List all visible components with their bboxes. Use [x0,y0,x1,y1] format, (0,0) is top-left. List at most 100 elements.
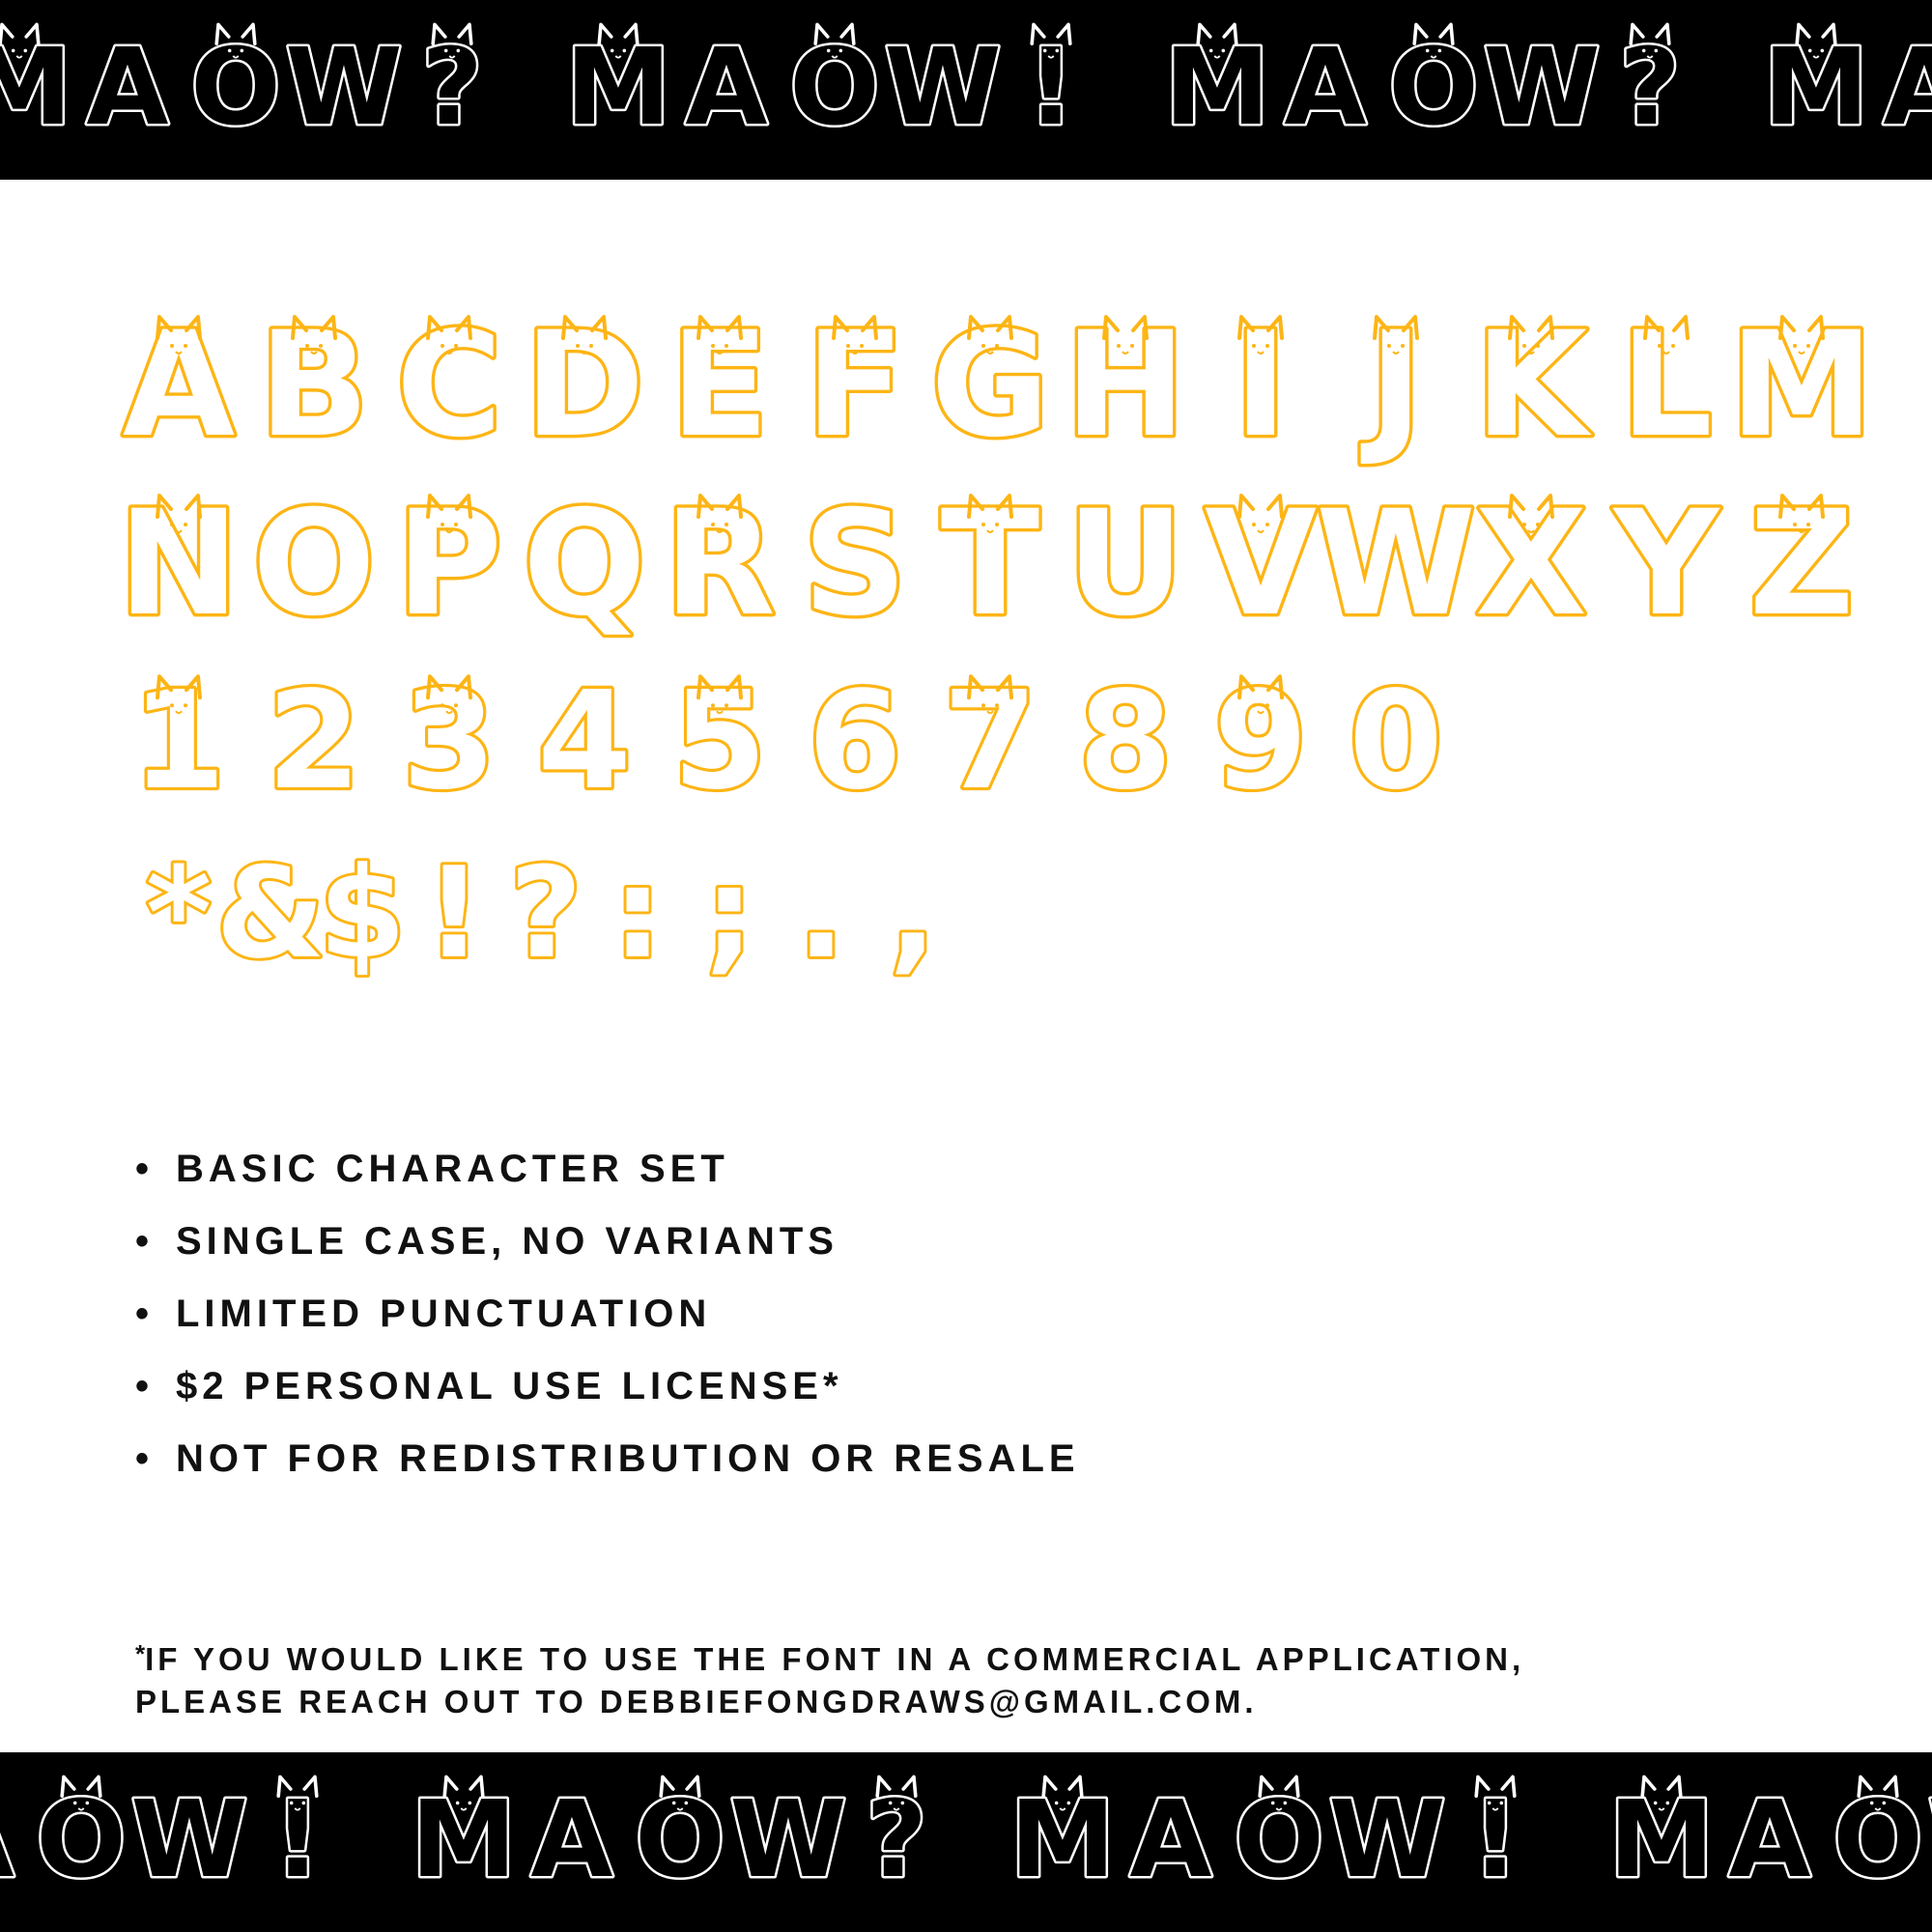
feature-text: SINGLE CASE, NO VARIANTS [176,1220,838,1263]
glyph-char: S [803,480,907,648]
glyph-char: * [146,839,212,986]
glyph-cell: P [393,477,506,652]
glyph-cell: 8 [1075,660,1176,823]
banner-word: MAOW [1606,1776,1932,1904]
glyph-cell: I [1231,298,1292,473]
glyph-char: U [1066,480,1184,648]
glyph-char: M [1729,301,1873,469]
glyph-cell: S [800,477,911,652]
glyph-char: W [1316,480,1475,648]
glyph-char: 2 [267,663,360,820]
banner-glyph: O [1831,1776,1926,1904]
banner-glyph: A [0,1776,16,1904]
glyph-char: W [1927,1777,1932,1901]
banner-glyph: W [1326,1776,1448,1904]
glyph-char: ? [866,1777,927,1901]
glyph-cell: F [802,298,907,473]
glyph-char: E [670,301,769,469]
feature-text: BASIC CHARACTER SET [176,1148,729,1190]
glyph-char: Y [1612,480,1721,648]
glyph-char: 0 [1349,663,1442,820]
glyph-char: 8 [1078,663,1172,820]
glyph-cell: C [393,298,506,473]
glyph-char: C [396,301,502,469]
banner-glyph: A [1127,1776,1214,1904]
glyph-char: A [1728,1777,1810,1901]
feature-item: • BASIC CHARACTER SET [135,1140,1080,1212]
glyph-char: ! [425,839,482,986]
glyph-char: ! [273,1777,322,1901]
glyph-cell: J [1357,298,1427,473]
glyph-cell: W [1313,477,1479,652]
footnote-text-1: IF YOU WOULD LIKE TO USE THE FONT IN A C… [145,1641,1525,1677]
glyph-cell: B [255,298,372,473]
glyph-char: A [530,1777,612,1901]
banner-glyph: M [1008,1776,1118,1904]
feature-item: • NOT FOR REDISTRIBUTION OR RESALE [135,1430,1080,1502]
glyph-char: O [1234,1777,1324,1901]
glyph-cell: L [1617,298,1716,473]
glyph-char: M [411,1777,516,1901]
banner-glyph: ! [1468,1776,1521,1904]
glyph-cell: & [213,837,327,989]
glyph-char: 7 [943,663,1037,820]
glyph-cell: 2 [264,660,364,823]
glyph-cell: $ [316,837,409,989]
glyph-cell: N [115,477,242,652]
banner-glyph: W [1925,1776,1932,1904]
footnote-line-2: PLEASE REACH OUT TO DEBBIEFONGDRAWS@GMAI… [135,1684,1258,1719]
bullet: • [135,1437,155,1480]
banner-word: MAOW! [1008,1776,1522,1904]
glyph-char: M [1608,1777,1714,1901]
glyph-char: 4 [537,663,631,820]
glyph-char: V [1205,480,1317,648]
glyph-char: 3 [402,663,496,820]
glyph-cell: 0 [1346,660,1446,823]
glyph-cell: T [937,477,1042,652]
banner-glyph: ! [270,1776,324,1904]
bottom-banner: MAOW!MAOW?MAOW!MAOW [0,1752,1932,1932]
glyph-cell: R [661,477,779,652]
glyph-char: N [118,480,240,648]
glyph-char: W [130,1777,247,1901]
glyph-cell: G [927,298,1053,473]
glyph-char: 6 [808,663,901,820]
glyph-char: O [635,1777,725,1901]
banner-glyph: O [633,1776,728,1904]
banner-glyph: O [1232,1776,1327,1904]
glyph-char: G [930,301,1049,469]
glyph-row: * &$!?:;., [143,837,940,989]
glyph-cell: Y [1608,477,1724,652]
banner-glyph: W [727,1776,849,1904]
glyph-char: O [252,480,376,648]
glyph-char: A [0,1777,14,1901]
glyph-char: W [1328,1777,1445,1901]
glyph-cell: X [1472,477,1590,652]
glyph-row: NOPQRSTUVWXYZ [115,477,1858,652]
glyph-char: X [1475,480,1587,648]
glyph-char: : [612,839,663,986]
glyph-char: 5 [672,663,766,820]
glyph-char: B [259,301,369,469]
banner-glyph: M [409,1776,519,1904]
glyph-char: H [1065,301,1186,469]
footnote-line-1: *IF YOU WOULD LIKE TO USE THE FONT IN A … [135,1633,1835,1681]
glyph-cell: Q [520,477,649,652]
glyph-cell: 5 [669,660,770,823]
glyph-char: 9 [1213,663,1307,820]
glyph-cell: K [1471,298,1595,473]
glyph-char: W [729,1777,846,1901]
glyph-char: L [1620,301,1713,469]
bullet: • [135,1148,155,1190]
footnote-asterisk: * [135,1639,146,1668]
glyph-cell: V [1202,477,1321,652]
glyph-char: $ [319,839,406,986]
glyph-cell: 4 [534,660,635,823]
banner-glyph: A [528,1776,615,1904]
banner-glyph: M [1606,1776,1717,1904]
bullet: • [135,1220,155,1263]
glyph-char: ! [1471,1777,1520,1901]
glyph-char: A [123,301,235,469]
glyph-row: ABCDEFGHIJKLM [120,298,1878,473]
banner-word: M A O W? [409,1776,930,1904]
